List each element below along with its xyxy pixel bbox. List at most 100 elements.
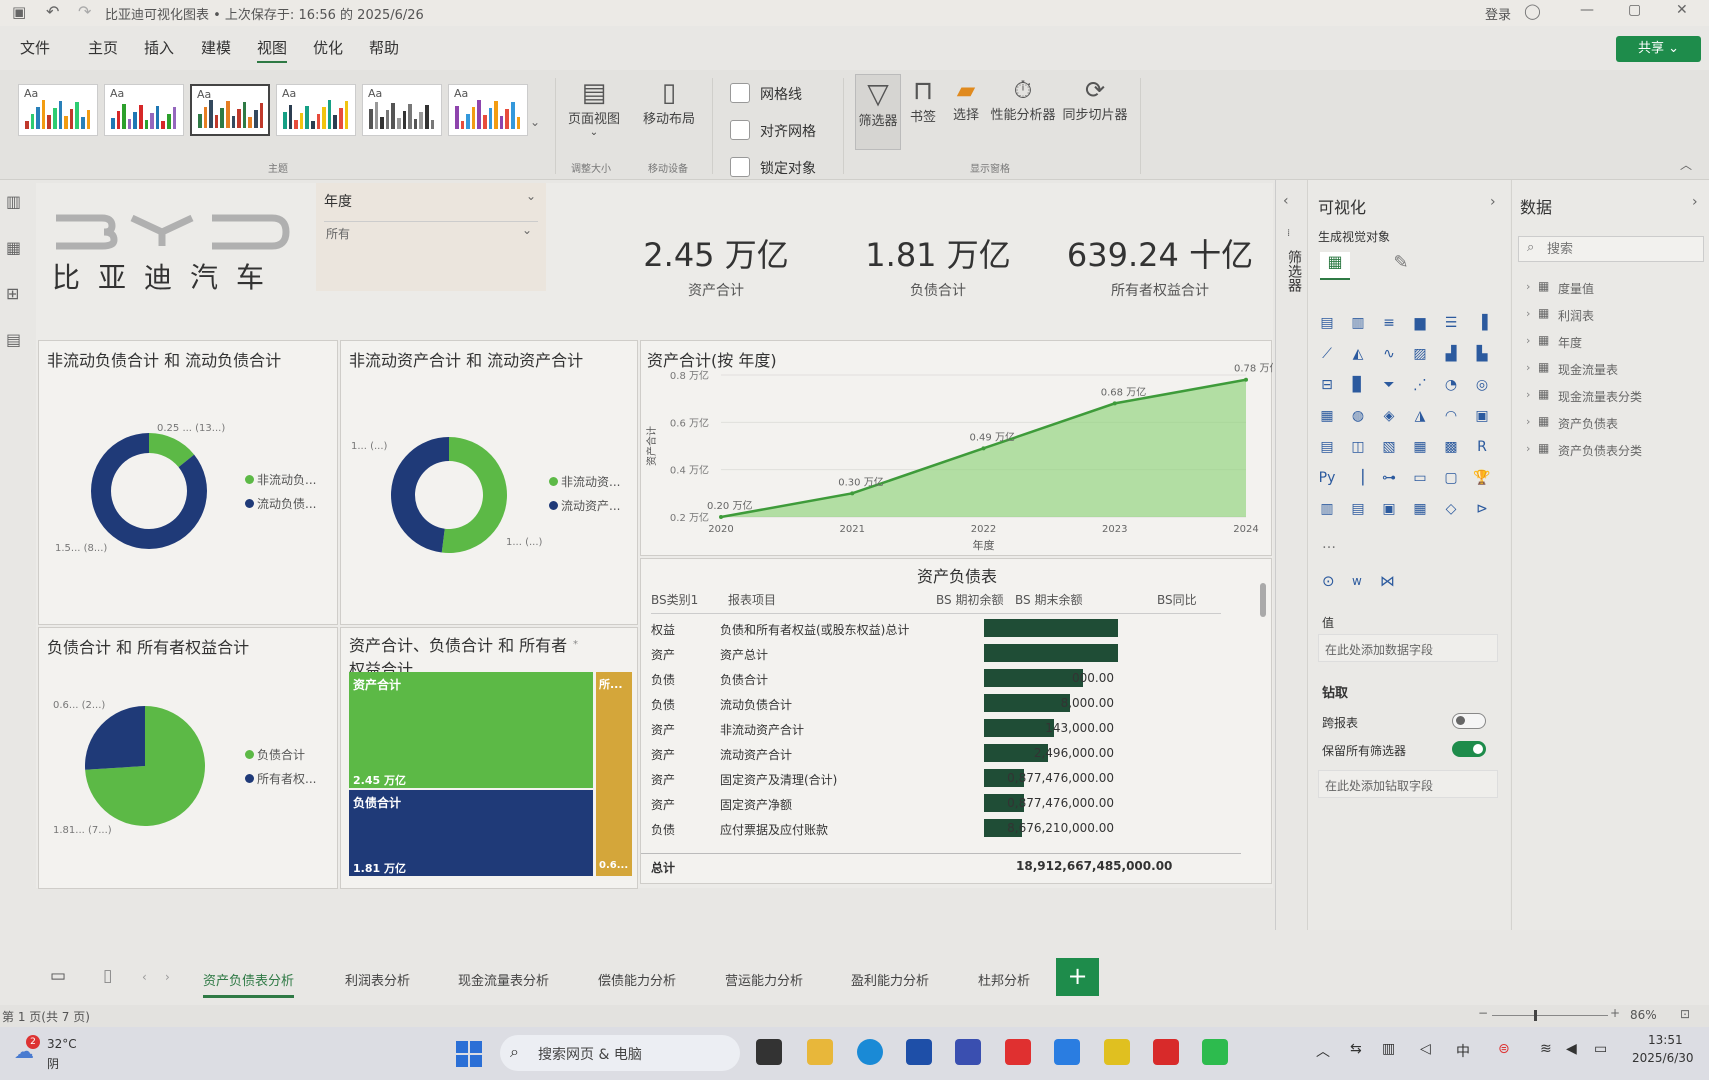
sync-slicers-button[interactable]: ⟳ 同步切片器: [1060, 76, 1130, 123]
viz-slicer-icon[interactable]: ▧: [1378, 436, 1400, 458]
viz-scatter-icon[interactable]: ⋰: [1409, 374, 1431, 396]
maximize-icon[interactable]: ▢: [1628, 2, 1641, 18]
fit-page-icon[interactable]: ⊡: [1680, 1007, 1690, 1021]
viz-key-influencers-icon[interactable]: ▕: [1347, 467, 1369, 489]
gridlines-checkbox[interactable]: [730, 83, 750, 103]
menu-insert[interactable]: 插入: [144, 37, 174, 58]
windows-start-icon[interactable]: [456, 1041, 482, 1067]
slicer-value[interactable]: 所有: [326, 225, 350, 242]
close-icon[interactable]: ✕: [1676, 2, 1688, 18]
viz-waterfall-icon[interactable]: ▟: [1440, 343, 1462, 365]
treemap-liabilities-tile[interactable]: 负债合计 1.81 万亿: [349, 790, 593, 876]
table-row[interactable]: 权益 负债和所有者权益(或股东权益)总计: [641, 617, 1231, 640]
zoom-slider-thumb[interactable]: [1534, 1010, 1537, 1021]
task-view-icon[interactable]: [756, 1039, 782, 1065]
table-row[interactable]: 资产 固定资产净额 0,877,476,000.00: [641, 792, 1231, 815]
tray-icon[interactable]: ▥: [1382, 1041, 1395, 1057]
bookmarks-button[interactable]: ⊓ 书签: [905, 76, 941, 125]
treemap-equity-tile[interactable]: 所... 0.6...: [596, 672, 632, 876]
data-table-item[interactable]: › ▦ 资产负债表分类: [1526, 440, 1706, 462]
edge-icon[interactable]: [857, 1039, 883, 1065]
filters-pane-label[interactable]: 筛选器: [1283, 250, 1303, 292]
mobile-layout-button[interactable]: ▯ 移动布局: [640, 78, 698, 127]
tray-icon[interactable]: ⇆: [1350, 1041, 1362, 1057]
liabilities-equity-pie[interactable]: 负债合计 和 所有者权益合计 0.6... (2...) 1.81... (7.…: [38, 627, 338, 889]
menu-help[interactable]: 帮助: [369, 37, 399, 58]
expand-icon[interactable]: ›: [1526, 307, 1530, 320]
app-icon[interactable]: [1054, 1039, 1080, 1065]
viz-stacked-bar-icon[interactable]: ▤: [1316, 312, 1338, 334]
data-table-item[interactable]: › ▦ 现金流量表分类: [1526, 386, 1706, 408]
table-row[interactable]: 负债 应付票据及应付账款 8,676,210,000.00: [641, 817, 1231, 840]
theme-option-4[interactable]: Aa: [276, 84, 356, 136]
power-bi-icon[interactable]: [1104, 1039, 1130, 1065]
dax-query-icon[interactable]: ▤: [6, 330, 21, 349]
page-tab[interactable]: 偿债能力分析: [598, 970, 676, 989]
assets-by-year-area-chart[interactable]: 资产合计(按 年度) 0.8 万亿 0.6 万亿 0.4 万亿 0.2 万亿 0.20 …: [640, 340, 1273, 556]
viz-100-column-icon[interactable]: ▐: [1471, 312, 1493, 334]
table-row[interactable]: 负债 负债合计 000.00: [641, 667, 1231, 690]
expand-icon[interactable]: ›: [1526, 280, 1530, 293]
viz-pie-icon[interactable]: ◔: [1440, 374, 1462, 396]
table-view-icon[interactable]: ▦: [6, 238, 21, 257]
viz-funnel-like-icon[interactable]: ⊟: [1316, 374, 1338, 396]
page-tab[interactable]: 现金流量表分析: [458, 970, 549, 989]
tray-icon[interactable]: 中: [1456, 1041, 1470, 1061]
column-header[interactable]: BS 期末余额: [1015, 591, 1082, 608]
lock-objects-checkbox[interactable]: [730, 157, 750, 177]
wechat-icon[interactable]: [1202, 1039, 1228, 1065]
viz-power-apps-icon[interactable]: ▤: [1347, 498, 1369, 520]
file-explorer-icon[interactable]: [807, 1039, 833, 1065]
volume-icon[interactable]: ◀: [1566, 1041, 1577, 1057]
table-row[interactable]: 资产 流动资产合计 2,496,000.00: [641, 742, 1231, 765]
chevron-left-icon[interactable]: ‹: [1283, 193, 1289, 209]
data-search-input[interactable]: [1547, 239, 1697, 259]
expand-icon[interactable]: ›: [1526, 415, 1530, 428]
page-tab[interactable]: 杜邦分析: [978, 970, 1030, 989]
table-row[interactable]: 资产 资产总计: [641, 642, 1231, 665]
store-icon[interactable]: [906, 1039, 932, 1065]
theme-option-5[interactable]: Aa: [362, 84, 442, 136]
snap-grid-checkbox[interactable]: [730, 120, 750, 140]
taskbar-search[interactable]: ⌕ 搜索网页 & 电脑: [500, 1035, 740, 1071]
more-visuals-icon[interactable]: …: [1322, 536, 1336, 552]
column-header[interactable]: BS 期初余额: [936, 591, 1003, 608]
data-point[interactable]: [850, 491, 855, 496]
viz-decomposition-tree-icon[interactable]: ⊶: [1378, 467, 1400, 489]
filters-pane-button[interactable]: ▽ 筛选器: [855, 74, 901, 150]
table-row[interactable]: 资产 固定资产及清理(合计) 0,877,476,000.00: [641, 767, 1231, 790]
pin-icon[interactable]: ⁎: [573, 636, 578, 647]
selection-button[interactable]: ▰ 选择: [948, 76, 984, 123]
share-button[interactable]: 共享 ⌄: [1616, 36, 1701, 62]
wifi-icon[interactable]: ≋: [1540, 1041, 1552, 1057]
tray-chevron-icon[interactable]: ︿: [1316, 1041, 1330, 1061]
values-well[interactable]: 在此处添加数据字段: [1318, 634, 1498, 662]
viz-qa-icon[interactable]: ▭: [1409, 467, 1431, 489]
app-icon[interactable]: [955, 1039, 981, 1065]
table-row[interactable]: 资产 非流动资产合计 143,000.00: [641, 717, 1231, 740]
menu-file[interactable]: 文件: [20, 37, 50, 58]
undo-icon[interactable]: ↶: [46, 2, 59, 21]
menu-modeling[interactable]: 建模: [201, 37, 231, 58]
expand-icon[interactable]: ›: [1526, 388, 1530, 401]
redo-icon[interactable]: ↷: [78, 2, 91, 21]
viz-100-bar-icon[interactable]: ☰: [1440, 312, 1462, 334]
data-table-item[interactable]: › ▦ 年度: [1526, 332, 1706, 354]
viz-funnel-icon[interactable]: ⏷: [1378, 374, 1400, 396]
viz-card-icon[interactable]: ▣: [1471, 405, 1493, 427]
chevron-right-icon[interactable]: ›: [1490, 194, 1496, 210]
data-point[interactable]: [719, 515, 723, 519]
user-icon[interactable]: ◯: [1524, 2, 1541, 20]
format-visual-tab-icon[interactable]: ✎: [1386, 252, 1416, 280]
report-view-icon[interactable]: ▥: [6, 192, 21, 211]
tray-icon[interactable]: ⊜: [1498, 1041, 1510, 1057]
next-page-icon[interactable]: ›: [165, 970, 170, 984]
collapse-ribbon-icon[interactable]: ︿: [1680, 156, 1692, 173]
viz-donut-icon[interactable]: ◎: [1471, 374, 1493, 396]
expand-icon[interactable]: ›: [1526, 442, 1530, 455]
mobile-layout-icon[interactable]: ▯: [103, 966, 112, 986]
assets-liabilities-equity-treemap[interactable]: 资产合计、负债合计 和 所有者权益合计 ⁎ 资产合计 2.45 万亿 负债合计 …: [340, 627, 638, 889]
drill-through-well[interactable]: 在此处添加钻取字段: [1318, 770, 1498, 798]
viz-matrix-icon[interactable]: ▩: [1440, 436, 1462, 458]
perf-analyzer-button[interactable]: ⏱ 性能分析器: [988, 76, 1058, 123]
